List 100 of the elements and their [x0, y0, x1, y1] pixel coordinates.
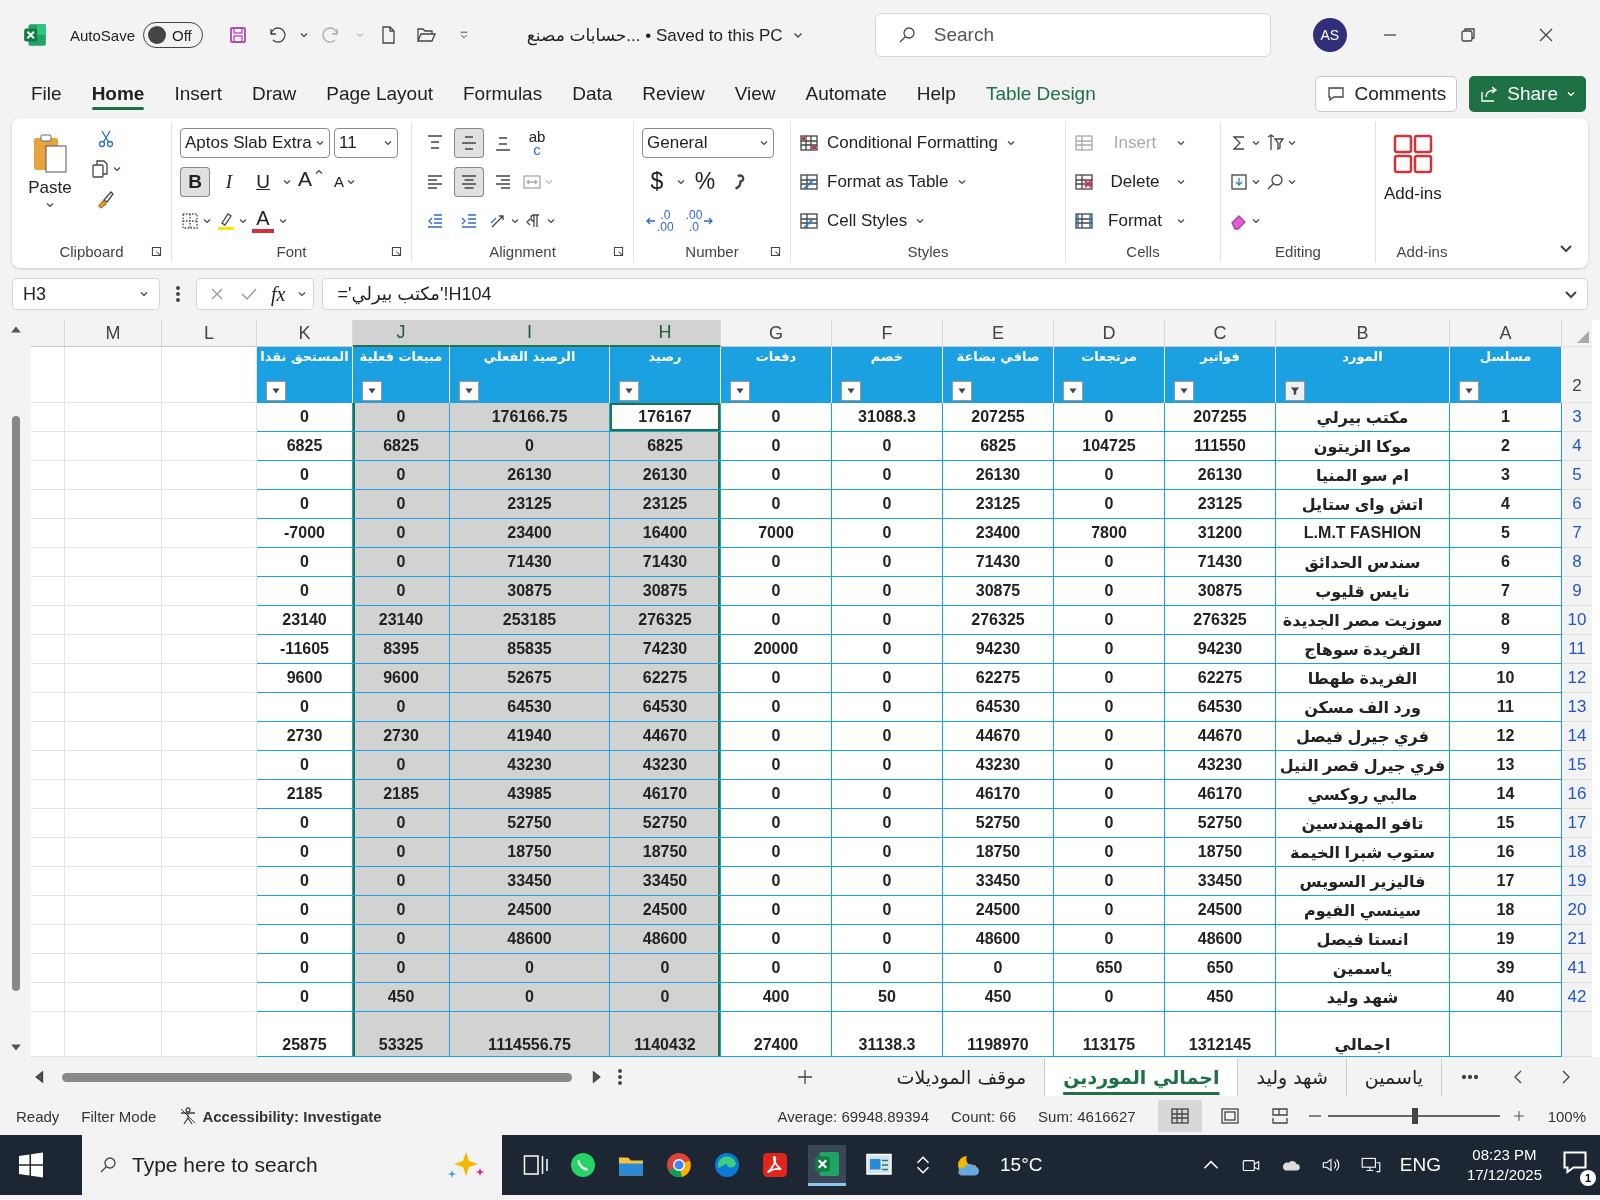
ribbon-tab[interactable]: Draw — [236, 74, 312, 114]
clock[interactable]: 08:23 PM 17/12/2025 — [1466, 1145, 1542, 1185]
decrease-decimal-button[interactable]: .00 .0 — [681, 205, 718, 236]
font-size-dropdown[interactable]: 11 — [334, 128, 398, 159]
ribbon-tab[interactable]: Data — [557, 74, 628, 114]
column-header[interactable]: D — [1054, 320, 1165, 347]
search-field[interactable]: Search — [874, 13, 1271, 57]
taskbar-search-field[interactable]: Type here to search — [82, 1135, 502, 1195]
row-number[interactable]: 3 — [1562, 403, 1592, 432]
row-number[interactable]: 2 — [1562, 347, 1592, 403]
column-header[interactable]: K — [257, 320, 353, 347]
ribbon-tab[interactable]: Formulas — [448, 74, 558, 114]
ribbon-tab[interactable]: Automate — [790, 74, 902, 114]
windows-start-icon[interactable] — [16, 1150, 46, 1180]
scroll-left-icon[interactable] — [34, 1071, 46, 1083]
column-header[interactable]: L — [162, 320, 257, 347]
filter-button[interactable] — [266, 381, 286, 401]
insert-function-button[interactable]: fx — [271, 282, 286, 306]
sheet-tab[interactable]: ياسمين — [1346, 1058, 1442, 1096]
filter-button[interactable] — [1063, 381, 1083, 401]
column-header[interactable]: H — [610, 320, 721, 347]
row-number[interactable]: 7 — [1562, 519, 1592, 548]
column-header[interactable]: G — [721, 320, 832, 347]
percent-button[interactable]: % — [690, 167, 720, 197]
ribbon-tab[interactable]: Page Layout — [311, 74, 448, 114]
cells-button[interactable]: Delete — [1074, 166, 1212, 198]
horizontal-align-button[interactable] — [454, 167, 484, 197]
spreadsheet-app-button[interactable] — [808, 1144, 846, 1186]
font-style-button[interactable]: I — [214, 167, 244, 197]
temperature-text[interactable]: 15°C — [1000, 1154, 1043, 1176]
filter-button[interactable] — [362, 381, 382, 401]
wrap-text-button[interactable]: ab c — [522, 128, 552, 159]
dialog-launcher-icon[interactable] — [390, 244, 403, 258]
row-number[interactable]: 18 — [1562, 838, 1592, 867]
pdf-app-icon[interactable] — [760, 1150, 790, 1180]
column-header[interactable]: C — [1165, 320, 1276, 347]
filter-button[interactable] — [841, 381, 861, 401]
scroll-right-icon[interactable] — [590, 1071, 602, 1083]
vertical-align-button[interactable] — [454, 128, 484, 159]
formula-field[interactable]: ='مكتب بيرلي'!H104 — [322, 278, 1588, 310]
row-number[interactable]: 4 — [1562, 432, 1592, 461]
row-number[interactable]: 21 — [1562, 925, 1592, 954]
font-color-button[interactable]: A — [252, 208, 274, 233]
zoom-level[interactable]: 100% — [1547, 1107, 1586, 1125]
increase-decimal-button[interactable]: .0 .00 — [642, 205, 678, 236]
currency-button[interactable]: $ — [642, 167, 672, 197]
shrink-font-button[interactable]: A — [330, 167, 360, 197]
row-number[interactable]: 19 — [1562, 867, 1592, 896]
dialog-launcher-icon[interactable] — [612, 244, 625, 258]
column-header[interactable]: M — [65, 320, 162, 347]
browser-icon[interactable] — [712, 1150, 742, 1180]
row-number[interactable]: 41 — [1562, 954, 1592, 983]
dialog-launcher-icon[interactable] — [150, 244, 163, 258]
row-number[interactable]: 16 — [1562, 780, 1592, 809]
filter-button[interactable] — [952, 381, 972, 401]
column-header[interactable]: B — [1276, 320, 1450, 347]
column-header[interactable]: J — [353, 320, 450, 347]
scrollbar-thumb[interactable] — [11, 416, 20, 991]
font-style-button[interactable]: U — [248, 167, 278, 197]
caret-icon[interactable] — [297, 289, 308, 299]
user-avatar[interactable]: AS — [1312, 18, 1347, 52]
row-number[interactable]: 9 — [1562, 577, 1592, 606]
ribbon-tab[interactable]: Help — [901, 74, 971, 114]
add-ins-button[interactable]: Add-ins — [1384, 124, 1442, 240]
ribbon-tab[interactable]: File — [16, 74, 77, 114]
row-number[interactable]: 13 — [1562, 693, 1592, 722]
document-title[interactable]: حسابات مصنع... • Saved to this PC — [526, 24, 847, 46]
font-name-dropdown[interactable]: Aptos Slab Extra — [180, 128, 330, 159]
caret-icon[interactable] — [282, 177, 292, 187]
column-header[interactable]: E — [943, 320, 1054, 347]
normal-view-button[interactable] — [1157, 1100, 1202, 1132]
filter-button[interactable] — [619, 381, 639, 401]
filter-button[interactable] — [1285, 381, 1305, 401]
ribbon-tab[interactable]: Table Design — [970, 74, 1111, 114]
sheet-tab[interactable]: اجمالي الموردين — [1045, 1058, 1239, 1096]
grow-font-button[interactable]: A — [296, 167, 326, 197]
dialog-launcher-icon[interactable] — [769, 244, 782, 258]
row-number[interactable]: 15 — [1562, 751, 1592, 780]
ribbon-tab[interactable]: Review — [627, 74, 720, 114]
row-number[interactable]: 42 — [1562, 983, 1592, 1012]
accessibility-button[interactable]: Accessibility: Investigate — [178, 1106, 382, 1126]
language-indicator[interactable]: ENG — [1399, 1154, 1441, 1176]
row-number[interactable]: 20 — [1562, 896, 1592, 925]
share-button[interactable]: Share — [1469, 76, 1586, 112]
chat-bubble-icon[interactable] — [568, 1150, 598, 1180]
column-header[interactable]: F — [832, 320, 943, 347]
font-style-button[interactable]: B — [180, 167, 210, 197]
filter-button[interactable] — [459, 381, 479, 401]
row-number[interactable]: 17 — [1562, 809, 1592, 838]
filter-button[interactable] — [1459, 381, 1479, 401]
styles-button[interactable]: Cell Styles — [799, 204, 1057, 237]
row-number[interactable]: 14 — [1562, 722, 1592, 751]
paste-button[interactable]: Paste — [20, 124, 80, 210]
caret-icon[interactable] — [298, 30, 309, 40]
ribbon-tab[interactable]: View — [719, 74, 791, 114]
row-number[interactable]: 10 — [1562, 606, 1592, 635]
column-header[interactable]: I — [450, 320, 610, 347]
scrollbar-thumb[interactable] — [62, 1072, 572, 1082]
browser-icon[interactable] — [664, 1150, 694, 1180]
row-number[interactable]: 6 — [1562, 490, 1592, 519]
